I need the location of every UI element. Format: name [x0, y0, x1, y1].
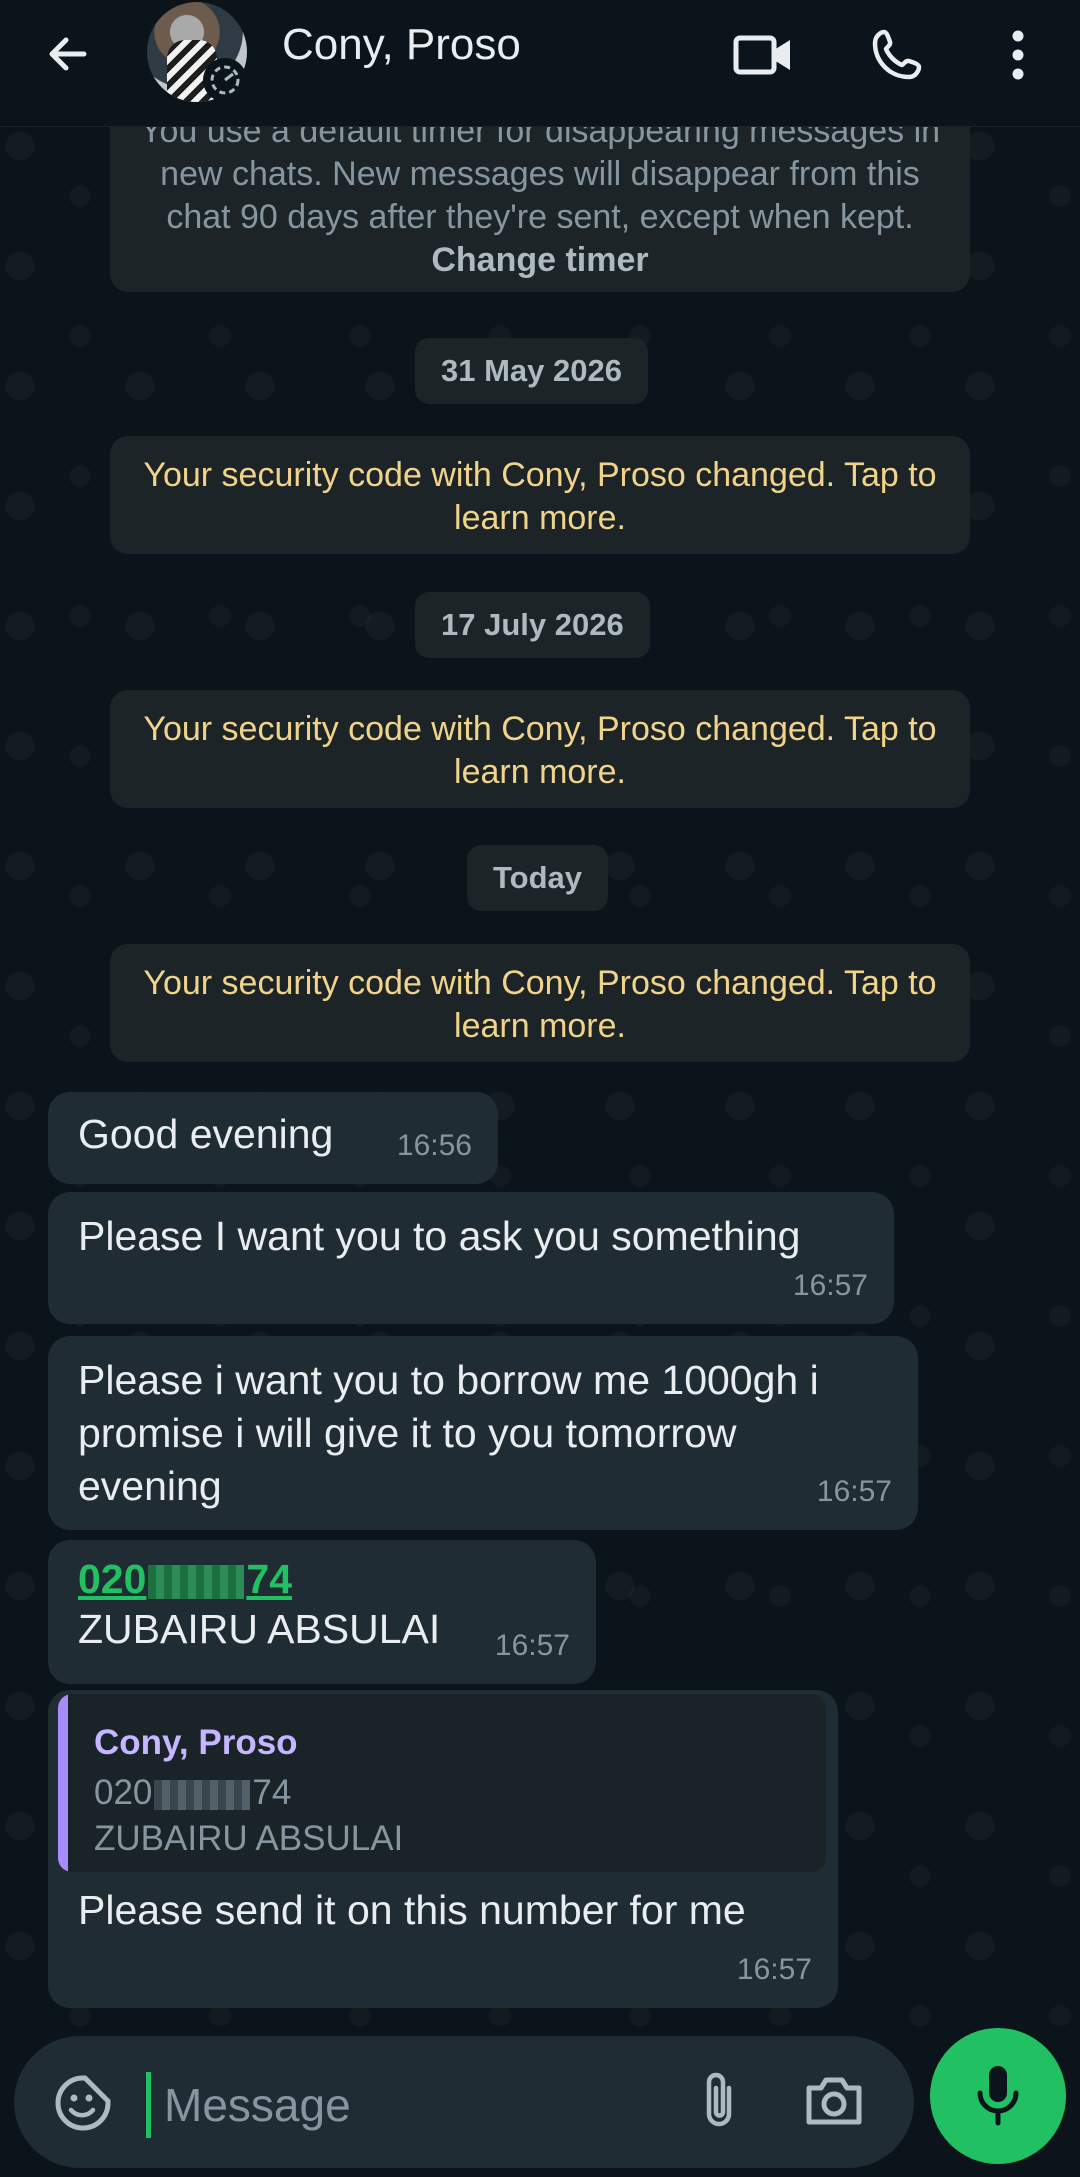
date-chip: 17 July 2026 — [415, 592, 650, 658]
security-code-notice[interactable]: Your security code with Cony, Proso chan… — [110, 436, 970, 554]
emoji-sticker-icon[interactable] — [48, 2068, 118, 2138]
message-input[interactable] — [162, 2064, 686, 2146]
message-bubble[interactable]: Please I want you to ask you something 1… — [48, 1192, 894, 1324]
camera-icon[interactable] — [794, 2066, 874, 2136]
message-bubble[interactable]: Good evening 16:56 — [48, 1092, 498, 1184]
date-chip: Today — [467, 845, 608, 911]
message-time: 16:57 — [816, 1475, 892, 1508]
quote-phone-prefix: 020 — [94, 1773, 153, 1812]
message-time: 16:57 — [736, 1953, 812, 1986]
more-options-icon[interactable] — [983, 20, 1053, 90]
message-bubble[interactable]: Cony, Proso 020 74 ZUBAIRU ABSULAI Please… — [48, 1690, 838, 2008]
security-code-notice[interactable]: Your security code with Cony, Proso chan… — [110, 944, 970, 1062]
attachment-icon[interactable] — [684, 2066, 754, 2136]
message-time: 16:56 — [396, 1129, 472, 1162]
message-text: Please send it on this number for me — [78, 1887, 746, 1933]
message-text: ZUBAIRU ABSULAI — [78, 1606, 441, 1652]
text-cursor — [146, 2072, 151, 2138]
voice-call-icon[interactable] — [862, 20, 932, 90]
quote-phone-suffix: 74 — [252, 1773, 292, 1812]
phone-prefix: 020 — [78, 1556, 147, 1602]
security-code-notice[interactable]: Your security code with Cony, Proso chan… — [110, 690, 970, 808]
change-timer-link[interactable]: Change timer — [431, 241, 648, 279]
message-composer — [14, 2036, 914, 2168]
quote-author: Cony, Proso — [94, 1723, 298, 1762]
message-time: 16:57 — [792, 1269, 868, 1302]
video-call-icon[interactable] — [728, 20, 798, 90]
redacted-digits — [154, 1779, 251, 1810]
microphone-icon[interactable] — [930, 2028, 1066, 2164]
timer-notice-text: You use a default timer for disappearing… — [139, 112, 941, 236]
phone-suffix: 74 — [246, 1556, 293, 1602]
disappearing-timer-icon — [203, 58, 247, 102]
date-chip: 31 May 2026 — [415, 338, 648, 404]
chat-header: Cony, Proso — [0, 0, 1080, 127]
phone-number-link[interactable]: 020 74 — [78, 1554, 566, 1604]
message-text: Good evening — [78, 1111, 334, 1157]
message-text: Please I want you to ask you something — [78, 1213, 801, 1259]
back-arrow-icon[interactable] — [36, 22, 100, 86]
quoted-message[interactable]: Cony, Proso 020 74 ZUBAIRU ABSULAI — [58, 1694, 826, 1872]
message-time: 16:57 — [494, 1629, 570, 1662]
redacted-digits — [148, 1565, 245, 1600]
contact-name[interactable]: Cony, Proso — [282, 20, 521, 70]
message-bubble[interactable]: 020 74 ZUBAIRU ABSULAI 16:57 — [48, 1540, 596, 1684]
quote-text: ZUBAIRU ABSULAI — [94, 1819, 404, 1858]
message-text: Please i want you to borrow me 1000gh i … — [78, 1357, 819, 1509]
disappearing-messages-notice[interactable]: You use a default timer for disappearing… — [110, 106, 970, 292]
quote-accent-bar — [58, 1694, 68, 1872]
message-bubble[interactable]: Please i want you to borrow me 1000gh i … — [48, 1336, 918, 1530]
